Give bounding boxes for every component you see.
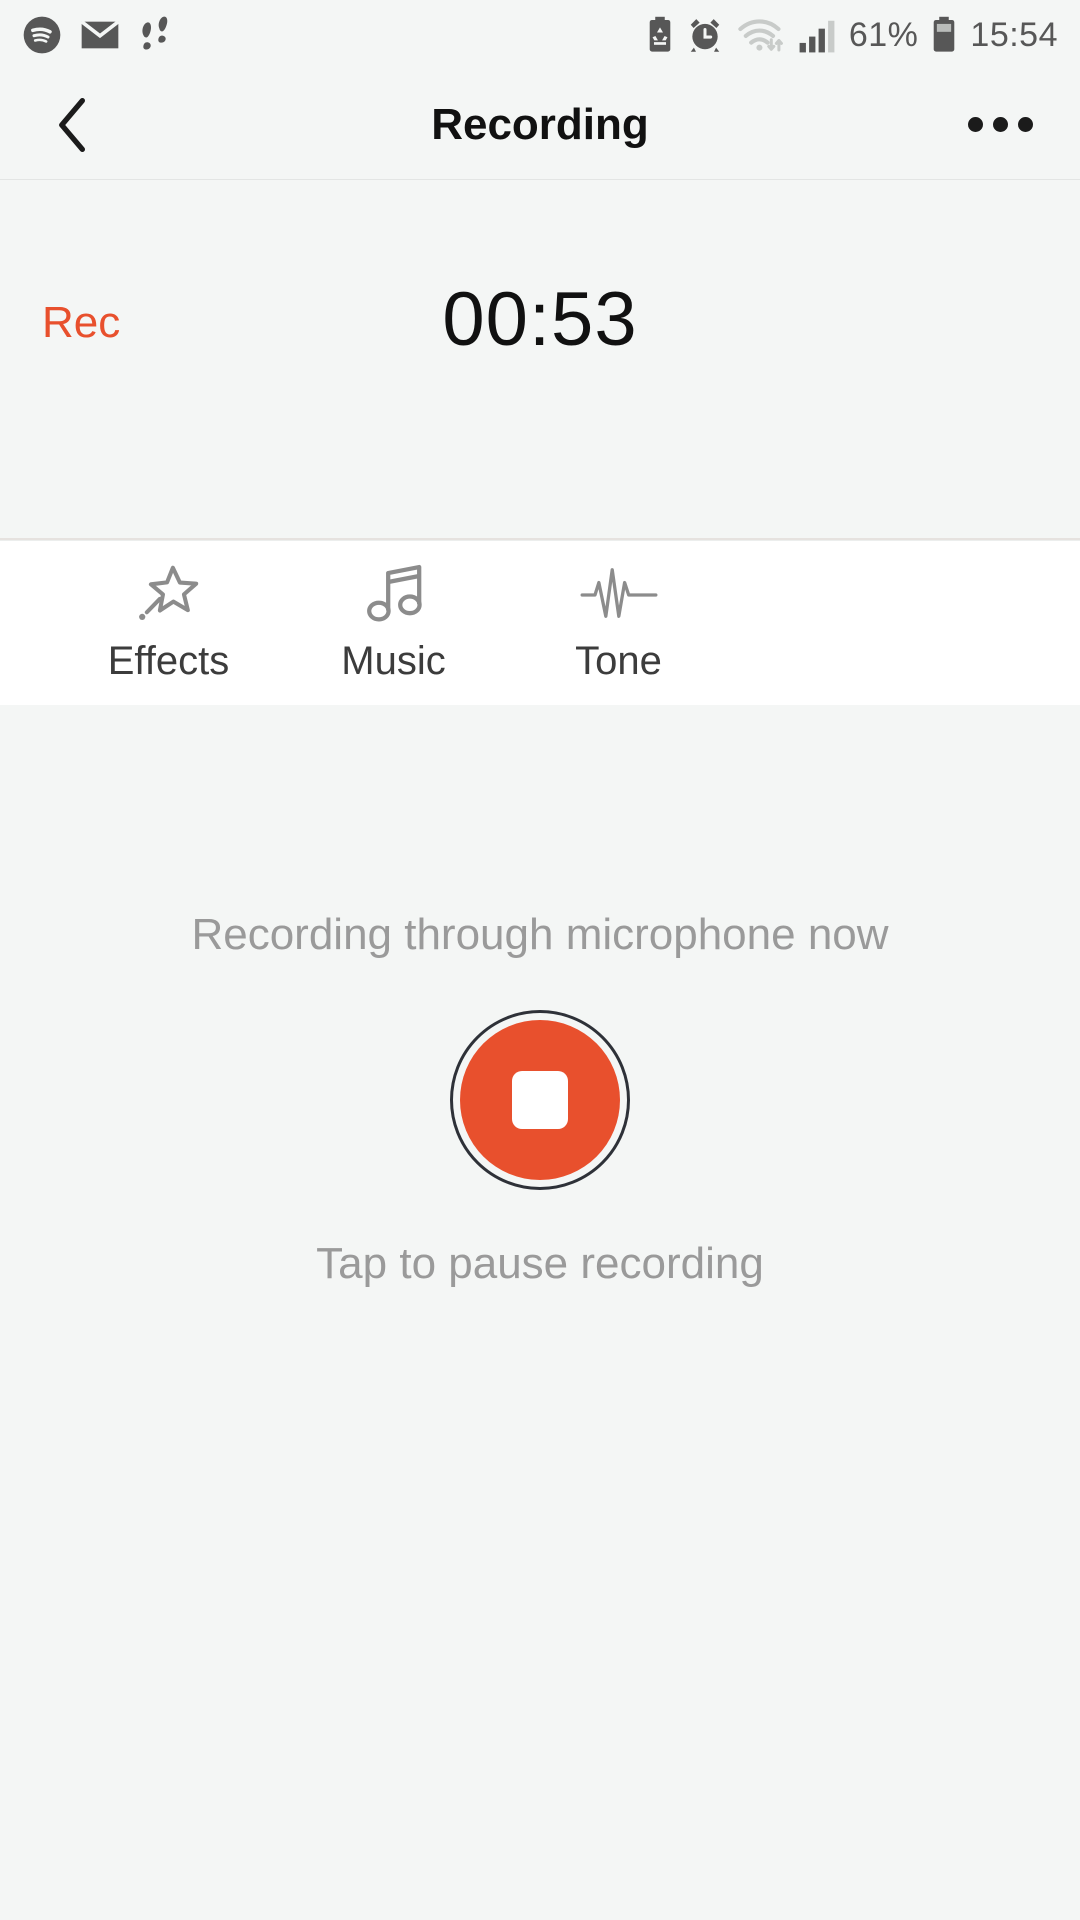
more-options-icon [967,117,983,132]
waveform-bars [0,435,1080,540]
more-options-icon [992,117,1008,132]
clock-label: 15:54 [970,15,1058,54]
app-header: Recording [0,70,1080,180]
tab-effects[interactable]: Effects [56,563,281,684]
page-title: Recording [431,99,649,149]
pause-recording-button[interactable] [450,1010,630,1190]
tab-tone-label: Tone [575,638,662,683]
tool-tab-bar: Effects Music Tone [0,540,1080,705]
status-bar-left-icons [22,15,172,55]
waveform-baseline [0,538,1080,540]
battery-icon [931,16,957,54]
record-hint-text: Tap to pause recording [316,1239,764,1288]
tab-music-label: Music [341,638,446,683]
phone-screen: 61% 15:54 Recording Rec 00:53 Effects Mu… [0,0,1080,1920]
waveform-area [0,430,1080,540]
status-bar-right-icons: 61% 15:54 [647,16,1058,55]
more-options-icon [1017,117,1033,132]
recording-status-text: Recording through microphone now [191,910,889,959]
mail-icon [80,19,120,51]
chevron-left-icon [59,97,85,152]
back-button[interactable] [38,90,108,160]
tab-effects-label: Effects [107,638,230,683]
more-options-button[interactable] [960,95,1040,155]
waveform-icon [579,563,659,625]
battery-percent-label: 61% [848,15,919,54]
record-panel: Recording through microphone now Tap to … [0,705,1080,1903]
tab-music[interactable]: Music [281,563,506,684]
wifi-icon [737,16,785,54]
pause-square-icon [512,1071,568,1129]
signal-icon [798,16,836,54]
music-note-icon [363,563,425,625]
alarm-icon [686,16,724,54]
magic-star-icon [133,563,205,625]
record-button-fill [460,1020,620,1180]
recording-info: Rec 00:53 [0,180,1080,430]
spotify-icon [22,15,62,55]
status-bar: 61% 15:54 [0,0,1080,70]
footsteps-icon [138,15,172,55]
power-saving-icon [647,16,673,54]
recording-timer: 00:53 [442,277,638,362]
tab-tone[interactable]: Tone [506,563,731,684]
